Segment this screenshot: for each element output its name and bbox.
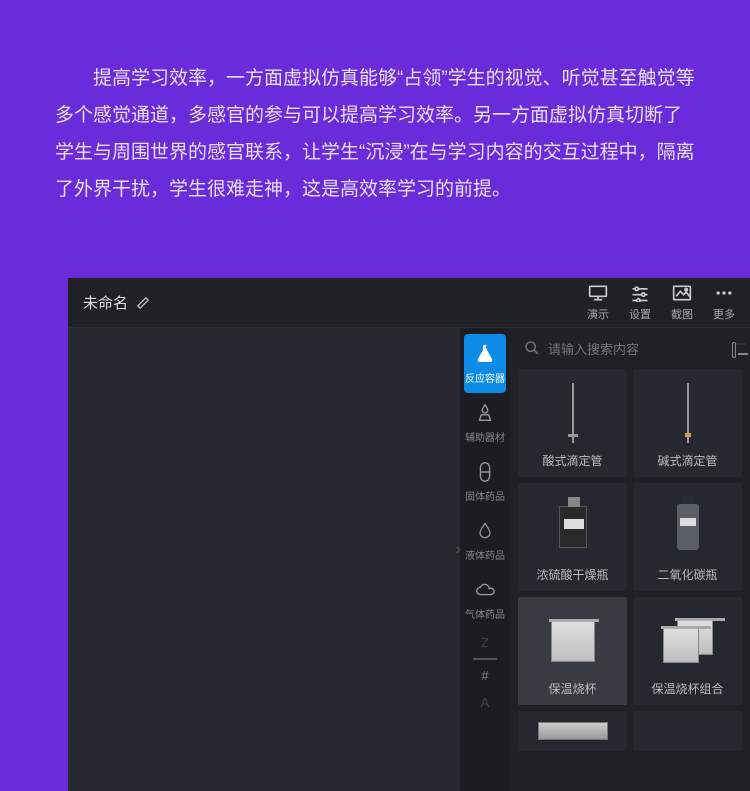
item-label: 保温烧杯 (548, 680, 596, 697)
canvas[interactable]: › (68, 328, 460, 791)
item-sulfuric-bottle[interactable]: 浓硫酸干燥瓶 (518, 483, 627, 591)
burner-icon (473, 401, 497, 425)
burette-acid-icon (522, 377, 623, 448)
category-column: 反应容器 辅助器材 固体药品 (460, 328, 510, 791)
category-label: 辅助器材 (465, 429, 505, 444)
drop-icon (473, 519, 497, 543)
category-auxiliary[interactable]: 辅助器材 (464, 393, 506, 452)
sidebar: 反应容器 辅助器材 固体药品 (460, 328, 750, 791)
index-letter[interactable]: A (460, 689, 510, 716)
flask-icon (473, 342, 497, 366)
screenshot-button[interactable]: 截图 (671, 284, 693, 322)
content-area: › 反应容器 辅助器材 (68, 328, 750, 791)
burette-alkali-icon (637, 377, 738, 448)
item-label: 浓硫酸干燥瓶 (536, 566, 608, 583)
category-label: 气体药品 (465, 606, 505, 621)
category-solid[interactable]: 固体药品 (464, 452, 506, 511)
items-grid: 酸式滴定管 碱式滴定管 浓硫酸干燥瓶 二氧化碳瓶 (518, 369, 742, 751)
category-label: 固体药品 (465, 488, 505, 503)
items-panel: 酸式滴定管 碱式滴定管 浓硫酸干燥瓶 二氧化碳瓶 (510, 328, 750, 791)
item-co2-bottle[interactable]: 二氧化碳瓶 (633, 483, 742, 591)
tray-icon (522, 719, 623, 743)
category-reaction[interactable]: 反应容器 (464, 334, 506, 393)
item-label: 碱式滴定管 (657, 452, 717, 469)
index-letter[interactable]: # (473, 658, 497, 689)
more-button[interactable]: 更多 (713, 284, 735, 322)
bottle-dark-icon (522, 491, 623, 562)
item-tray[interactable] (518, 711, 627, 751)
category-liquid[interactable]: 液体药品 (464, 511, 506, 570)
item-alkali-burette[interactable]: 碱式滴定管 (633, 369, 742, 477)
item-label: 保温烧杯组合 (651, 680, 723, 697)
index-letter[interactable]: Z (460, 629, 510, 656)
beaker-icon (522, 605, 623, 676)
beaker-combo-icon (637, 605, 738, 676)
search-input[interactable] (548, 342, 724, 357)
category-label: 液体药品 (465, 547, 505, 562)
toolbar-label: 截图 (671, 306, 693, 322)
cloud-icon (473, 578, 497, 602)
capsule-icon (473, 460, 497, 484)
search-row (518, 336, 742, 369)
present-icon (588, 284, 608, 302)
toolbar-label: 设置 (629, 306, 651, 322)
edit-icon[interactable] (136, 296, 150, 310)
toolbar-label: 演示 (587, 306, 609, 322)
description-text: 提高学习效率，一方面虚拟仿真能够“占领”学生的视觉、听觉甚至触觉等多个感觉通道，… (0, 0, 750, 248)
item-insulated-beaker[interactable]: 保温烧杯 (518, 597, 627, 705)
present-button[interactable]: 演示 (587, 284, 609, 322)
bottle-light-icon (637, 491, 738, 562)
item-label: 二氧化碳瓶 (657, 566, 717, 583)
keyboard-icon[interactable] (732, 342, 736, 358)
item-empty[interactable] (633, 711, 742, 751)
more-icon (714, 284, 734, 302)
titlebar: 未命名 演示 设置 截图 (68, 278, 750, 328)
search-icon (524, 340, 540, 359)
panel-collapse-icon[interactable]: › (456, 541, 461, 559)
screenshot-icon (672, 284, 692, 302)
title-left: 未命名 (83, 292, 150, 313)
item-label: 酸式滴定管 (542, 452, 602, 469)
document-title: 未命名 (83, 292, 128, 313)
toolbar: 演示 设置 截图 更多 (587, 284, 735, 322)
app-window: 未命名 演示 设置 截图 (68, 278, 750, 791)
settings-button[interactable]: 设置 (629, 284, 651, 322)
settings-icon (630, 284, 650, 302)
category-label: 反应容器 (465, 370, 505, 385)
item-acid-burette[interactable]: 酸式滴定管 (518, 369, 627, 477)
category-gas[interactable]: 气体药品 (464, 570, 506, 629)
toolbar-label: 更多 (713, 306, 735, 322)
item-beaker-combo[interactable]: 保温烧杯组合 (633, 597, 742, 705)
